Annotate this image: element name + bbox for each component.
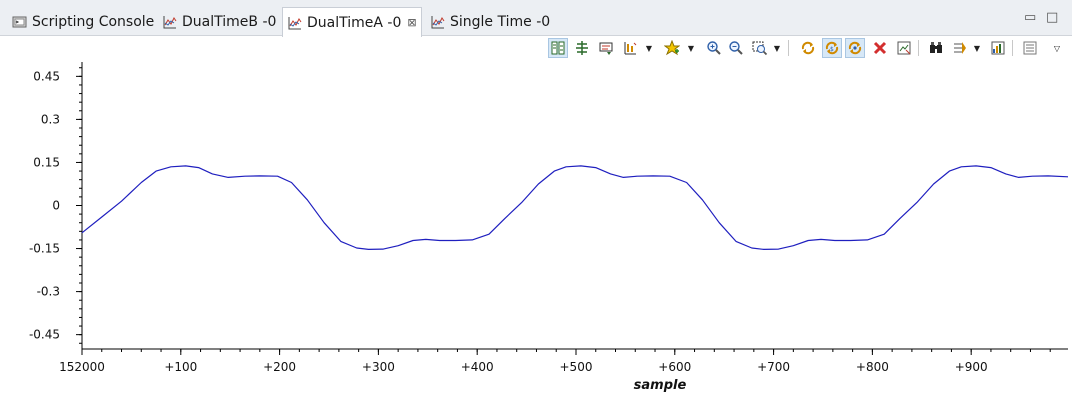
auto-refresh-icon[interactable] [845,38,865,58]
measure-icon[interactable] [596,38,616,58]
add-marker-icon[interactable] [662,38,682,58]
export-icon[interactable] [988,38,1008,58]
horizontal-cursor-icon[interactable] [572,38,592,58]
x-tick-label: +100 [164,360,197,374]
graph-toolbar: ▼ ▼ ▼ $ ▼ ▽ [548,38,1072,58]
zoom-region-icon[interactable] [750,38,770,58]
y-tick-label: 0.15 [33,155,60,169]
x-tick-label: +900 [955,360,988,374]
console-icon [12,14,28,30]
view-tab-bar: Scripting Console DualTimeB -0 DualTimeA… [0,0,1072,37]
signal-trace [81,165,1069,250]
tab-dualtimea[interactable]: DualTimeA -0 ⊠ [282,7,422,37]
minimize-icon[interactable]: ▭ [1024,10,1036,25]
tab-single-time[interactable]: Single Time -0 [426,8,554,36]
graph-icon [162,14,178,30]
tab-label: Scripting Console [32,14,155,30]
view-menu-icon[interactable]: ▽ [1052,38,1062,58]
graph-icon [287,15,303,31]
close-icon[interactable]: ⊠ [407,16,416,29]
chevron-down-icon[interactable]: ▼ [972,38,982,58]
toolbar-separator [1012,40,1013,56]
x-tick-label: +800 [856,360,889,374]
chevron-down-icon[interactable]: ▼ [772,38,782,58]
y-tick-label: -0.45 [29,328,60,342]
zoom-in-icon[interactable] [704,38,724,58]
graph-icon [430,14,446,30]
graph-plot-area[interactable]: 0.45 0.3 0.15 0 -0.15 -0.3 -0.45 152000 +100 +200… [0,58,1072,405]
reset-graph-icon[interactable] [894,38,914,58]
chevron-down-icon[interactable]: ▼ [644,38,654,58]
zoom-out-icon[interactable] [726,38,746,58]
refresh-icon[interactable] [798,38,818,58]
y-tick-label: 0.45 [33,69,60,83]
properties-icon[interactable] [950,38,970,58]
x-tick-label: +600 [658,360,691,374]
x-tick-label: +300 [362,360,395,374]
y-tick-label: -0.15 [29,242,60,256]
find-icon[interactable] [926,38,946,58]
x-tick-label: +200 [263,360,296,374]
x-tick-label: +500 [560,360,593,374]
toolbar-separator [918,40,919,56]
tab-label: DualTimeB -0 [182,14,277,30]
toolbar-separator [788,40,789,56]
tab-label: Single Time -0 [450,14,551,30]
y-tick-label: 0 [52,199,60,213]
marker-icon[interactable] [620,38,640,58]
tab-label: DualTimeA -0 [307,14,402,31]
maximize-icon[interactable]: □ [1046,10,1058,25]
list-view-icon[interactable] [1020,38,1040,58]
y-tick-label: 0.3 [41,112,60,126]
tab-dualtimeb[interactable]: DualTimeB -0 [158,8,280,36]
delete-icon[interactable] [870,38,890,58]
time-graph: 0.45 0.3 0.15 0 -0.15 -0.3 -0.45 152000 +100 +200… [29,62,1069,393]
chevron-down-icon[interactable]: ▼ [686,38,696,58]
dual-cursor-icon[interactable] [548,38,568,58]
x-axis-title: sample [634,378,687,393]
x-tick-label: 152000 [59,360,105,374]
y-tick-label: -0.3 [37,285,60,299]
x-tick-label: +700 [757,360,790,374]
x-tick-label: +400 [461,360,494,374]
tab-scripting-console[interactable]: Scripting Console [8,8,158,36]
continuous-refresh-icon[interactable]: $ [822,38,842,58]
svg-text:$: $ [830,46,834,53]
